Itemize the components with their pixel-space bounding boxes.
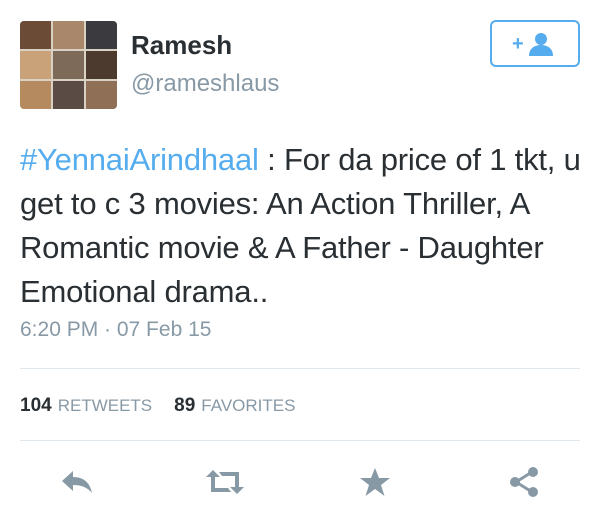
avatar-tile (86, 51, 117, 79)
favorites-label[interactable]: FAVORITES (201, 396, 295, 416)
retweet-button[interactable] (203, 462, 247, 502)
add-user-icon: + (512, 32, 553, 56)
tweet-timestamp[interactable]: 6:20 PM · 07 Feb 15 (20, 318, 211, 342)
hashtag-link[interactable]: #YennaiArindhaal (20, 142, 259, 177)
divider (20, 368, 580, 369)
favorite-button[interactable] (353, 462, 397, 502)
avatar-tile (20, 81, 51, 109)
reply-button[interactable] (55, 462, 99, 502)
favorites-count[interactable]: 89 (174, 395, 195, 417)
avatar[interactable] (20, 21, 117, 109)
share-icon (510, 467, 538, 497)
retweets-label[interactable]: RETWEETS (58, 396, 152, 416)
avatar-tile (20, 51, 51, 79)
retweet-icon (206, 470, 244, 494)
follow-button[interactable]: + (490, 20, 580, 67)
tweet-actions (0, 462, 600, 502)
reply-icon (62, 471, 92, 493)
user-handle[interactable]: @rameshlaus (131, 70, 279, 98)
avatar-tile (20, 21, 51, 49)
star-icon (360, 468, 390, 496)
divider (20, 440, 580, 441)
tweet-card: Ramesh @rameshlaus + #YennaiArindhaal : … (0, 0, 600, 518)
follow-plus: + (512, 33, 524, 55)
tweet-stats: 104 RETWEETS 89 FAVORITES (20, 395, 295, 417)
retweets-count[interactable]: 104 (20, 395, 52, 417)
avatar-tile (53, 51, 84, 79)
avatar-tile (86, 21, 117, 49)
share-button[interactable] (502, 462, 546, 502)
avatar-tile (53, 21, 84, 49)
avatar-tile (86, 81, 117, 109)
tweet-text: #YennaiArindhaal : For da price of 1 tkt… (20, 138, 595, 314)
avatar-tile (53, 81, 84, 109)
user-name[interactable]: Ramesh (131, 30, 232, 61)
